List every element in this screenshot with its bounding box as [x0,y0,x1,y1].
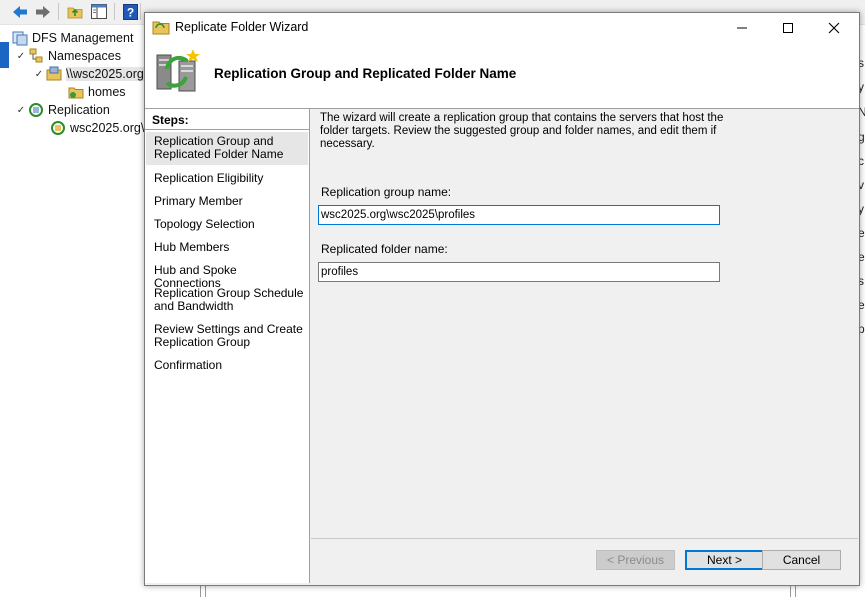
dialog-titlebar: Replicate Folder Wizard [145,13,859,43]
tree-node-homes[interactable]: homes [68,83,126,101]
next-button[interactable]: Next > [685,550,764,570]
replication-group-name-input[interactable] [318,205,720,225]
folder-name-label: Replicated folder name: [321,242,448,256]
folder-link-icon [68,84,84,100]
step-primary-member: Primary Member [154,194,243,208]
replication-icon [28,102,44,118]
steps-heading: Steps: [152,113,189,127]
cancel-button[interactable]: Cancel [762,550,841,570]
tree-node-replication-group[interactable]: wsc2025.org\ [50,119,144,137]
step-review-settings: Review Settings and Create Replication G… [154,322,303,349]
wizard-window-icon [152,19,170,35]
steps-pane: Steps: Replication Group and Replicated … [145,109,310,583]
step-replication-group-name: Replication Group and Replicated Folder … [146,132,308,165]
minimize-button[interactable] [719,13,765,43]
wizard-description: The wizard will create a replication gro… [320,112,724,150]
step-hub-members: Hub Members [154,240,230,254]
dialog-title: Replicate Folder Wizard [175,20,309,34]
group-name-label: Replication group name: [321,185,452,199]
wizard-header: Replication Group and Replicated Folder … [145,43,859,109]
left-edge-strip [0,38,10,597]
help-icon[interactable]: ? [120,2,140,21]
replication-group-icon [50,120,66,136]
svg-text:?: ? [126,5,133,19]
back-arrow-icon[interactable] [10,2,30,21]
step-schedule-and-bandwidth: Replication Group Schedule and Bandwidth [154,286,304,313]
previous-button[interactable]: < Previous [596,550,675,570]
wizard-page-title: Replication Group and Replicated Folder … [214,66,517,81]
step-replication-eligibility: Replication Eligibility [154,171,264,185]
close-button[interactable] [811,13,857,43]
tree-node-namespace-wsc2025[interactable]: ✓ \\wsc2025.org [32,65,144,83]
replicate-folder-wizard-dialog: Replicate Folder Wizard Replication Grou… [144,12,860,586]
replication-wizard-icon [153,47,203,97]
expand-chevron-icon[interactable]: ✓ [14,105,28,116]
up-folder-icon[interactable] [65,2,85,21]
wizard-content: The wizard will create a replication gro… [311,109,858,538]
step-topology-selection: Topology Selection [154,217,255,231]
tree-node-namespaces[interactable]: ✓ Namespaces [14,47,121,65]
expand-chevron-icon[interactable]: ✓ [14,51,28,62]
console-tree: DFS Management ✓ Namespaces ✓ \\wsc2025.… [10,26,150,597]
dfs-management-icon [12,30,28,46]
scrollbar-fragment [200,585,206,597]
tree-node-replication[interactable]: ✓ Replication [14,101,110,119]
show-hide-console-tree-icon[interactable] [89,2,109,21]
replicated-folder-name-input[interactable] [318,262,720,282]
namespaces-icon [28,48,44,64]
namespace-server-icon [46,66,62,82]
maximize-button[interactable] [765,13,811,43]
expand-chevron-icon[interactable]: ✓ [32,69,46,80]
forward-arrow-icon[interactable] [33,2,53,21]
step-confirmation: Confirmation [154,358,223,372]
scrollbar-fragment [790,585,796,597]
tree-node-dfs-management[interactable]: DFS Management [12,29,133,47]
